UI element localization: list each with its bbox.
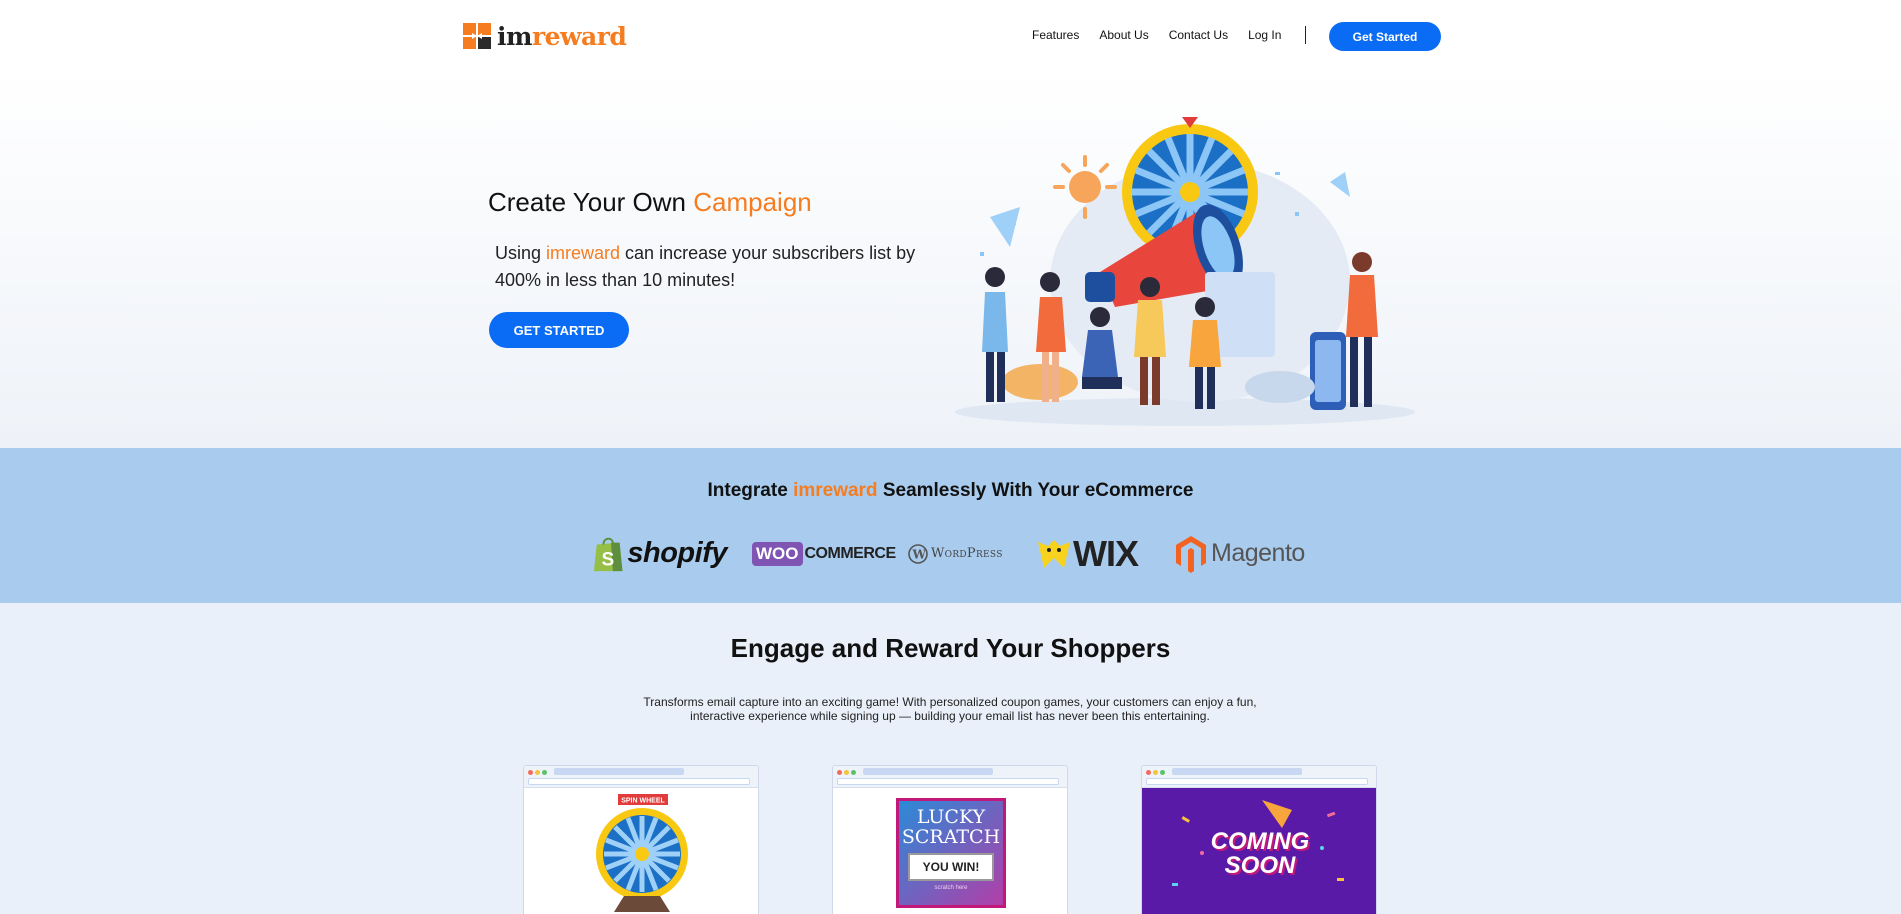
magento-logo[interactable]: Magento <box>1175 531 1320 576</box>
coming-soon-card[interactable]: COMING SOON <box>1141 765 1377 914</box>
nav-divider <box>1305 26 1307 44</box>
coming-soon-text: COMING SOON <box>1210 828 1310 879</box>
logo-mark-icon <box>463 23 491 49</box>
lucky-scratch-card[interactable]: LUCKY SCRATCH YOU WIN! scratch here <box>832 765 1068 914</box>
get-started-button[interactable]: Get Started <box>1329 22 1441 51</box>
you-win-label: YOU WIN! <box>908 853 994 881</box>
integrations-section: Integrate imreward Seamlessly With Your … <box>0 448 1901 603</box>
nav-about-us[interactable]: About Us <box>1099 28 1148 42</box>
scratch-panel: LUCKY SCRATCH YOU WIN! scratch here <box>896 798 1006 908</box>
spin-wheel-illustration: SPIN WHEEL <box>596 794 688 912</box>
nav-contact-us[interactable]: Contact Us <box>1169 28 1228 42</box>
spin-wheel-banner: SPIN WHEEL <box>621 798 665 805</box>
magento-hex-icon <box>1176 535 1206 573</box>
wordpress-logo[interactable]: W WordPress <box>908 531 1008 576</box>
hero-title: Create Your Own Campaign <box>488 187 812 217</box>
engage-section: Engage and Reward Your Shoppers Transfor… <box>0 603 1901 914</box>
spin-wheel-card[interactable]: SPIN WHEEL <box>523 765 759 914</box>
svg-text:W: W <box>912 547 927 561</box>
campaign-illustration <box>955 117 1415 426</box>
shopify-bag-icon: S <box>593 537 623 571</box>
wix-logo[interactable]: WIX <box>1036 531 1151 576</box>
wordpress-w-icon: W <box>908 543 928 564</box>
nav-log-in[interactable]: Log In <box>1248 28 1281 42</box>
main-nav: Features About Us Contact Us Log In <box>1032 26 1332 44</box>
integrations-title: Integrate imreward Seamlessly With Your … <box>707 480 1194 501</box>
hero-get-started-button[interactable]: GET STARTED <box>489 312 629 348</box>
logo-text: imreward <box>497 21 627 51</box>
woocommerce-logo[interactable]: WOO COMMERCE <box>752 531 896 576</box>
engage-title: Engage and Reward Your Shoppers <box>730 633 1171 663</box>
browser-chrome <box>1142 766 1376 788</box>
megaphone-icon <box>1262 800 1292 828</box>
svg-text:S: S <box>602 549 615 570</box>
imreward-logo[interactable]: imreward <box>463 20 627 52</box>
browser-chrome <box>524 766 758 788</box>
site-header: imreward Features About Us Contact Us Lo… <box>0 0 1901 72</box>
shopify-logo[interactable]: S shopify <box>592 531 727 576</box>
hero-section: Create Your Own Campaign Using imreward … <box>0 72 1901 448</box>
platform-logos: S shopify WOO COMMERCE W WordPress WIX M… <box>590 531 1320 576</box>
engage-description: Transforms email capture into an excitin… <box>643 695 1257 723</box>
hero-subtitle: Using imreward can increase your subscri… <box>495 243 916 290</box>
wix-mascot-icon <box>1038 539 1070 568</box>
browser-chrome <box>833 766 1067 788</box>
nav-features[interactable]: Features <box>1032 28 1079 42</box>
